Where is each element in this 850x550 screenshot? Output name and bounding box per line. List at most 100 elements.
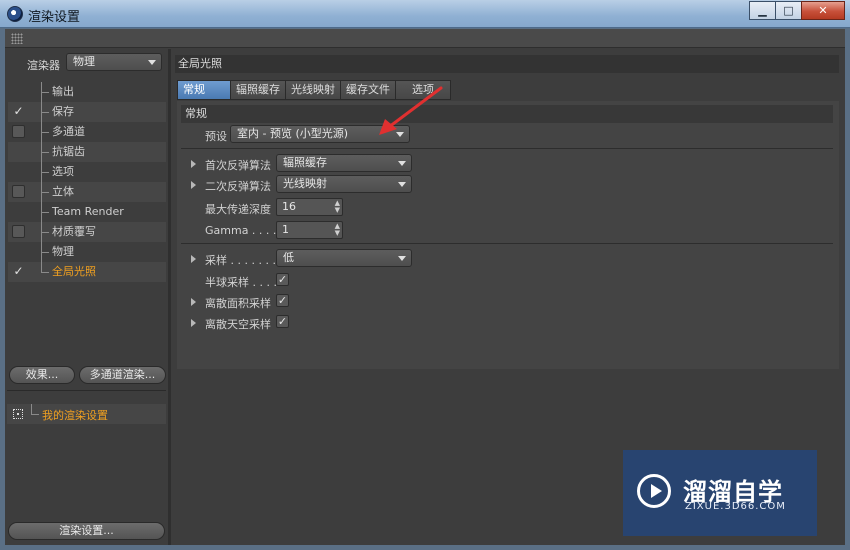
primary-method-value: 辐照缓存 [283,156,327,169]
discrete-sky-checkbox[interactable]: ✓ [276,315,289,328]
close-button[interactable]: ✕ [801,1,845,20]
gamma-field[interactable]: 1 ▲ ▼ [276,221,343,239]
max-depth-value: 16 [282,200,296,213]
checkmark-icon[interactable]: ✓ [12,265,25,278]
tree-item-antialiasing[interactable]: 抗锯齿 [8,142,166,162]
max-depth-field[interactable]: 16 ▲ ▼ [276,198,343,216]
my-render-settings-label: 我的渲染设置 [42,409,108,422]
samples-label: 采样 . . . . . . . [205,254,276,267]
tree-item-multipass[interactable]: 多通道 [8,122,166,142]
tree-branch [31,414,39,415]
window-controls: ▁ □ ✕ [749,1,845,20]
divider [181,148,833,149]
top-strip [5,29,845,48]
tree-item-output[interactable]: 输出 [8,82,166,102]
discrete-sky-label: 离散天空采样 [205,318,271,331]
primary-method-dropdown[interactable]: 辐照缓存 [276,154,412,172]
tree-item-label: 输出 [52,85,74,98]
effects-button[interactable]: 效果... [9,366,75,384]
render-settings-icon [13,409,23,419]
tree-item-material-override[interactable]: 材质覆写 [8,222,166,242]
tree-item-label: 抗锯齿 [52,145,85,158]
chevron-down-icon [398,256,406,261]
tree-line [41,262,42,272]
tree-branch [41,212,49,213]
tree-item-label: 选项 [52,165,74,178]
discrete-area-row: 离散面积采样 [185,292,445,312]
discrete-area-label: 离散面积采样 [205,297,271,310]
minimize-button[interactable]: ▁ [749,1,776,20]
grip-handle-icon[interactable] [11,33,23,44]
renderer-label: 渲染器 [27,59,60,72]
my-render-settings-item[interactable]: 我的渲染设置 [7,404,166,424]
tree-item-label: 全局光照 [52,265,96,278]
max-depth-label: 最大传递深度 [205,203,271,216]
divider [7,390,166,391]
expand-triangle-icon[interactable] [191,160,196,168]
panel-title: 全局光照 [175,55,839,73]
cinema4d-logo-icon [7,6,23,22]
tree-item-global-illumination[interactable]: ✓ 全局光照 [8,262,166,282]
tree-item-label: 保存 [52,105,74,118]
watermark-site: ZIXUE.3D66.COM [685,501,786,512]
expand-triangle-icon[interactable] [191,319,196,327]
tree-item-label: Team Render [52,205,124,218]
tree-branch [41,272,49,273]
secondary-method-dropdown[interactable]: 光线映射 [276,175,412,193]
tree-item-label: 多通道 [52,125,85,138]
renderer-row: 渲染器 物理 [5,53,168,73]
checkbox[interactable] [12,225,25,238]
tree-item-label: 立体 [52,185,74,198]
annotation-arrow-shaft [387,86,443,129]
spinner-arrows-icon[interactable]: ▲ ▼ [335,200,340,214]
checkmark-icon[interactable]: ✓ [12,105,25,118]
tree-item-stereo[interactable]: 立体 [8,182,166,202]
preset-label: 预设 [205,130,227,143]
gamma-label: Gamma . . . . [205,224,277,237]
chevron-down-icon [398,182,406,187]
tree-item-options[interactable]: 选项 [8,162,166,182]
checkbox[interactable] [12,125,25,138]
expand-triangle-icon[interactable] [191,181,196,189]
hemispherical-label: 半球采样 . . . . [205,276,277,289]
secondary-method-value: 光线映射 [283,177,327,190]
tree-branch [41,92,49,93]
tree-item-label: 材质覆写 [52,225,96,238]
multipass-render-button[interactable]: 多通道渲染... [79,366,166,384]
tree-item-physical[interactable]: 物理 [8,242,166,262]
divider [181,243,833,244]
tab-light-mapping[interactable]: 光线映射 [285,80,341,100]
tree-item-save[interactable]: ✓ 保存 [8,102,166,122]
tree-branch [41,252,49,253]
renderer-dropdown[interactable]: 物理 [66,53,162,71]
samples-value: 低 [283,251,294,264]
title-bar: 渲染设置 ▁ □ ✕ [0,0,850,28]
section-header: 常规 [181,105,833,123]
expand-triangle-icon[interactable] [191,255,196,263]
chevron-down-icon [148,60,156,65]
checkbox[interactable] [12,185,25,198]
renderer-value: 物理 [73,55,95,68]
tree-branch [41,172,49,173]
render-settings-button[interactable]: 渲染设置... [8,522,165,540]
tree-line [31,404,32,414]
tree-item-label: 物理 [52,245,74,258]
tree-branch [41,192,49,193]
tab-irradiance-cache[interactable]: 辐照缓存 [230,80,286,100]
primary-method-label: 首次反弹算法 [205,159,271,172]
window-title: 渲染设置 [28,10,81,25]
annotation-arrow-icon [379,86,443,135]
samples-dropdown[interactable]: 低 [276,249,412,267]
discrete-sky-row: 离散天空采样 [185,313,445,333]
secondary-method-label: 二次反弹算法 [205,180,271,193]
maximize-button[interactable]: □ [775,1,802,20]
preset-value: 室内 - 预览 (小型光源) [237,127,349,140]
discrete-area-checkbox[interactable]: ✓ [276,294,289,307]
spinner-arrows-icon[interactable]: ▲ ▼ [335,223,340,237]
gamma-value: 1 [282,223,289,236]
tree-item-team-render[interactable]: Team Render [8,202,166,222]
watermark: 溜溜自学 ZIXUE.3D66.COM [623,450,817,536]
hemispherical-checkbox[interactable]: ✓ [276,273,289,286]
tab-general[interactable]: 常规 [177,80,231,100]
expand-triangle-icon[interactable] [191,298,196,306]
